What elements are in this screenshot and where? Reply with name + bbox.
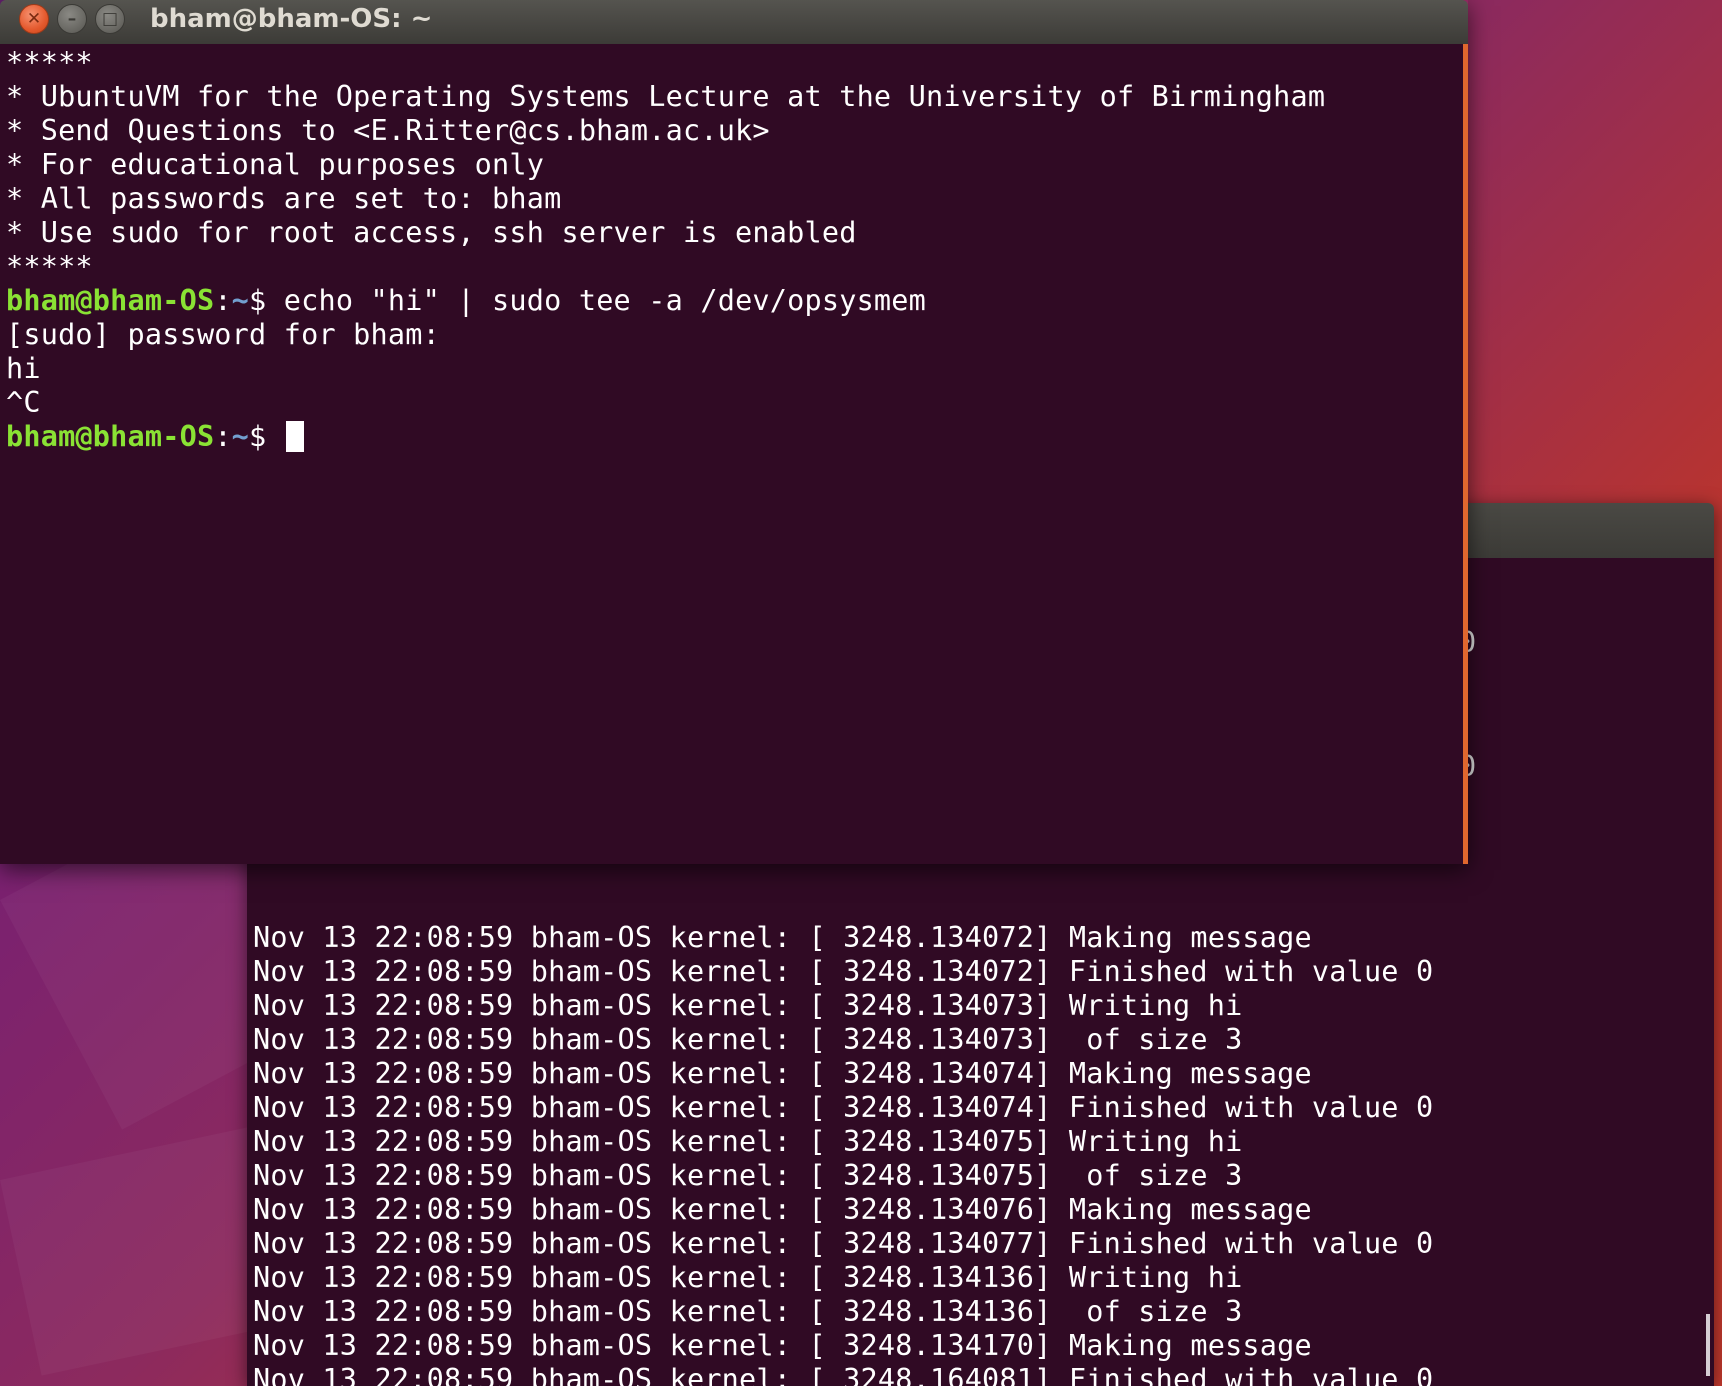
minimize-icon: – [67, 9, 77, 29]
motd-line: * UbuntuVM for the Operating Systems Lec… [6, 80, 1326, 113]
foreground-terminal-window[interactable]: ✕ – □ bham@bham-OS: ~ ***** * UbuntuVM f… [0, 0, 1468, 864]
motd-line: ***** [6, 46, 93, 79]
maximize-button[interactable]: □ [95, 4, 125, 34]
motd-line: * Send Questions to <E.Ritter@cs.bham.ac… [6, 114, 770, 147]
log-line: Nov 13 22:08:59 bham-OS kernel: [ 3248.1… [253, 1159, 1243, 1192]
log-line: Nov 13 22:08:59 bham-OS kernel: [ 3248.1… [253, 1329, 1312, 1362]
command-line: bham@bham-OS:~$ echo "hi" | sudo tee -a … [6, 284, 1325, 318]
prompt-user-host: bham@bham-OS [6, 420, 215, 453]
log-line: Nov 13 22:08:59 bham-OS kernel: [ 3248.1… [253, 1227, 1434, 1260]
prompt-separator: : [214, 420, 232, 453]
motd-line: * All passwords are set to: bham [6, 182, 562, 215]
log-line: Nov 13 22:08:59 bham-OS kernel: [ 3248.1… [253, 1125, 1243, 1158]
log-line: Nov 13 22:08:59 bham-OS kernel: [ 3248.1… [253, 1363, 1434, 1386]
log-line: Nov 13 22:08:59 bham-OS kernel: [ 3248.1… [253, 1091, 1434, 1124]
scrollbar[interactable] [1706, 1314, 1710, 1376]
motd-line: * Use sudo for root access, ssh server i… [6, 216, 857, 249]
desktop: 0 0 Nov 13 22:08:59 bham-OS kernel: [ 32… [0, 0, 1722, 1386]
prompt-symbol: $ [249, 284, 284, 317]
log-line: Nov 13 22:08:59 bham-OS kernel: [ 3248.1… [253, 1057, 1312, 1090]
log-line: Nov 13 22:08:59 bham-OS kernel: [ 3248.1… [253, 1023, 1243, 1056]
close-button[interactable]: ✕ [19, 4, 49, 34]
log-line: Nov 13 22:08:59 bham-OS kernel: [ 3248.1… [253, 1193, 1312, 1226]
cursor [285, 421, 304, 452]
output-line: ^C [6, 386, 41, 419]
window-title: bham@bham-OS: ~ [150, 4, 433, 34]
prompt-separator: : [214, 284, 232, 317]
minimize-button[interactable]: – [57, 4, 87, 34]
close-icon: ✕ [26, 9, 42, 29]
prompt-symbol: $ [249, 420, 284, 453]
log-line: Nov 13 22:08:59 bham-OS kernel: [ 3248.1… [253, 1295, 1243, 1328]
kernel-log: Nov 13 22:08:59 bham-OS kernel: [ 3248.1… [253, 921, 1433, 1386]
terminal-titlebar[interactable]: ✕ – □ bham@bham-OS: ~ [0, 0, 1468, 44]
log-line: Nov 13 22:08:59 bham-OS kernel: [ 3248.1… [253, 921, 1312, 954]
terminal-body[interactable]: ***** * UbuntuVM for the Operating Syste… [0, 44, 1468, 864]
motd-line: ***** [6, 250, 93, 283]
active-prompt-line[interactable]: bham@bham-OS:~$ [6, 420, 1325, 454]
log-line: Nov 13 22:08:59 bham-OS kernel: [ 3248.1… [253, 1261, 1243, 1294]
motd-line: * For educational purposes only [6, 148, 545, 181]
log-line: Nov 13 22:08:59 bham-OS kernel: [ 3248.1… [253, 955, 1434, 988]
command-text: echo "hi" | sudo tee -a /dev/opsysmem [283, 284, 927, 317]
prompt-path: ~ [231, 284, 250, 317]
maximize-icon: □ [101, 9, 119, 29]
prompt-user-host: bham@bham-OS [6, 284, 215, 317]
output-line: hi [6, 352, 41, 385]
output-line: [sudo] password for bham: [6, 318, 440, 351]
prompt-path: ~ [231, 420, 250, 453]
log-line: Nov 13 22:08:59 bham-OS kernel: [ 3248.1… [253, 989, 1243, 1022]
